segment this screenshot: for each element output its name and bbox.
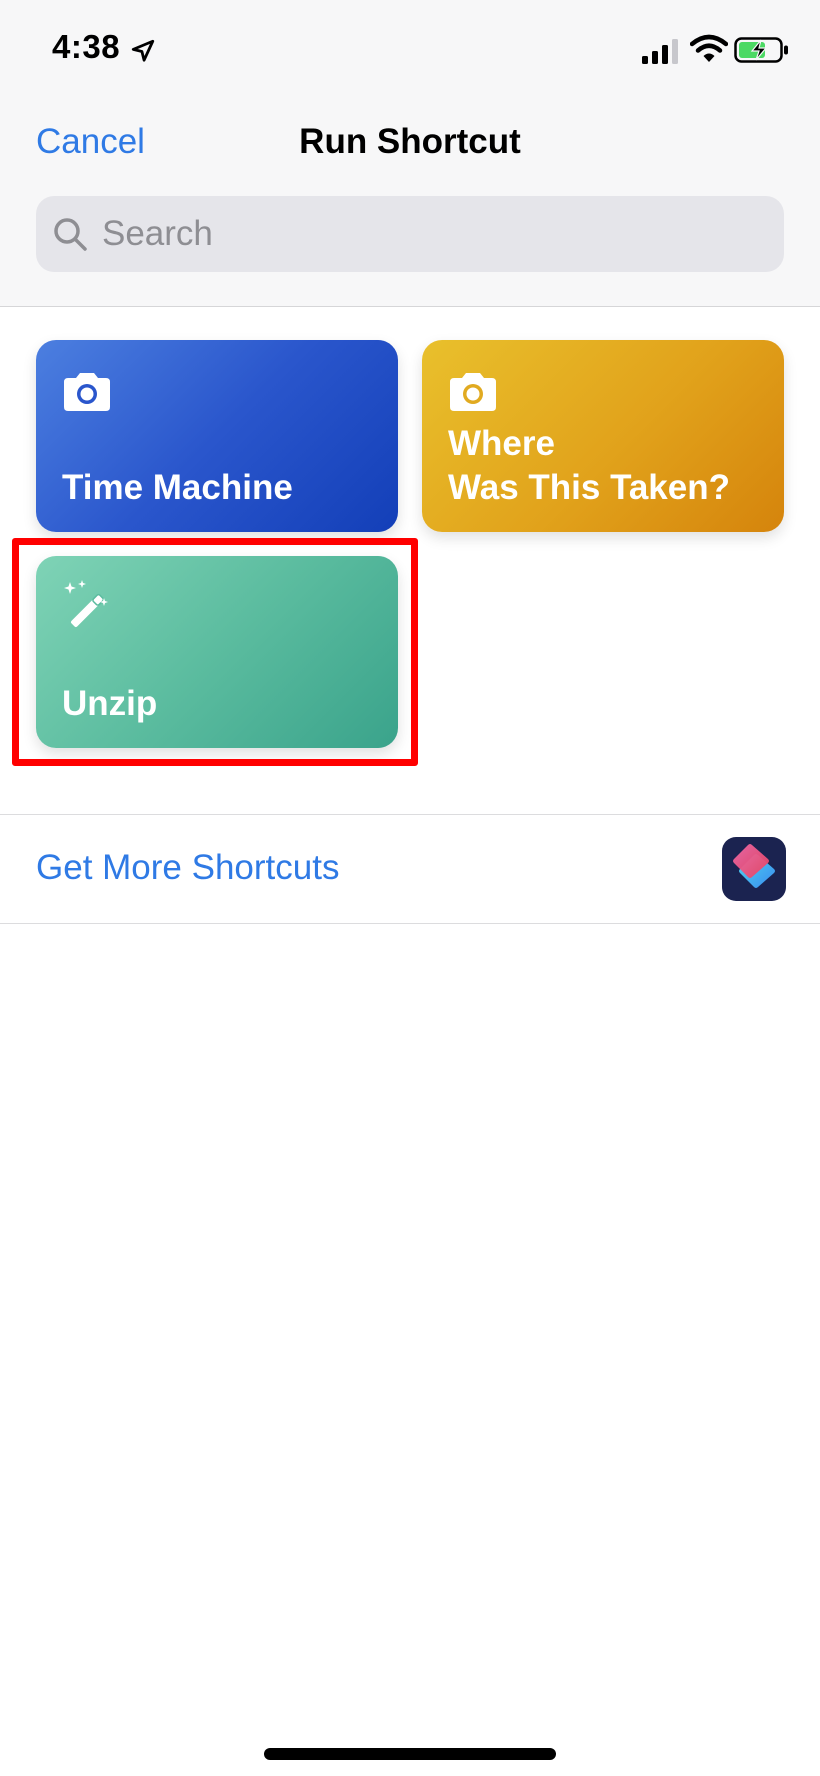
cellular-signal-icon — [642, 39, 678, 64]
header-area: 4:38 Cancel Run Shortcut — [0, 0, 820, 307]
shortcut-tile-where-was-this-taken[interactable]: Where Was This Taken? — [422, 340, 784, 532]
home-indicator[interactable] — [264, 1748, 556, 1760]
shortcut-label: Time Machine — [62, 468, 293, 507]
shortcut-tile-unzip[interactable]: Unzip — [36, 556, 398, 748]
magic-wand-icon — [64, 580, 108, 627]
camera-icon — [450, 373, 496, 411]
page-title: Run Shortcut — [299, 122, 521, 161]
shortcut-label: Where Was This Taken? — [448, 424, 730, 507]
get-more-shortcuts-link[interactable]: Get More Shortcuts — [36, 848, 339, 888]
search-icon — [54, 218, 87, 251]
search-bar[interactable] — [36, 196, 784, 272]
shortcut-label: Unzip — [62, 684, 158, 723]
wifi-icon — [690, 34, 728, 62]
search-input[interactable] — [98, 196, 762, 272]
camera-icon — [64, 373, 110, 411]
run-shortcut-screen: 4:38 Cancel Run Shortcut Search Time Mac… — [0, 0, 820, 1776]
battery-charging-icon — [734, 37, 788, 63]
get-more-shortcuts-row[interactable]: Get More Shortcuts — [0, 814, 820, 924]
location-arrow-icon — [131, 39, 155, 62]
shortcuts-app-icon — [722, 837, 786, 901]
shortcut-tile-time-machine[interactable]: Time Machine — [36, 340, 398, 532]
status-time: 4:38 — [52, 28, 121, 65]
